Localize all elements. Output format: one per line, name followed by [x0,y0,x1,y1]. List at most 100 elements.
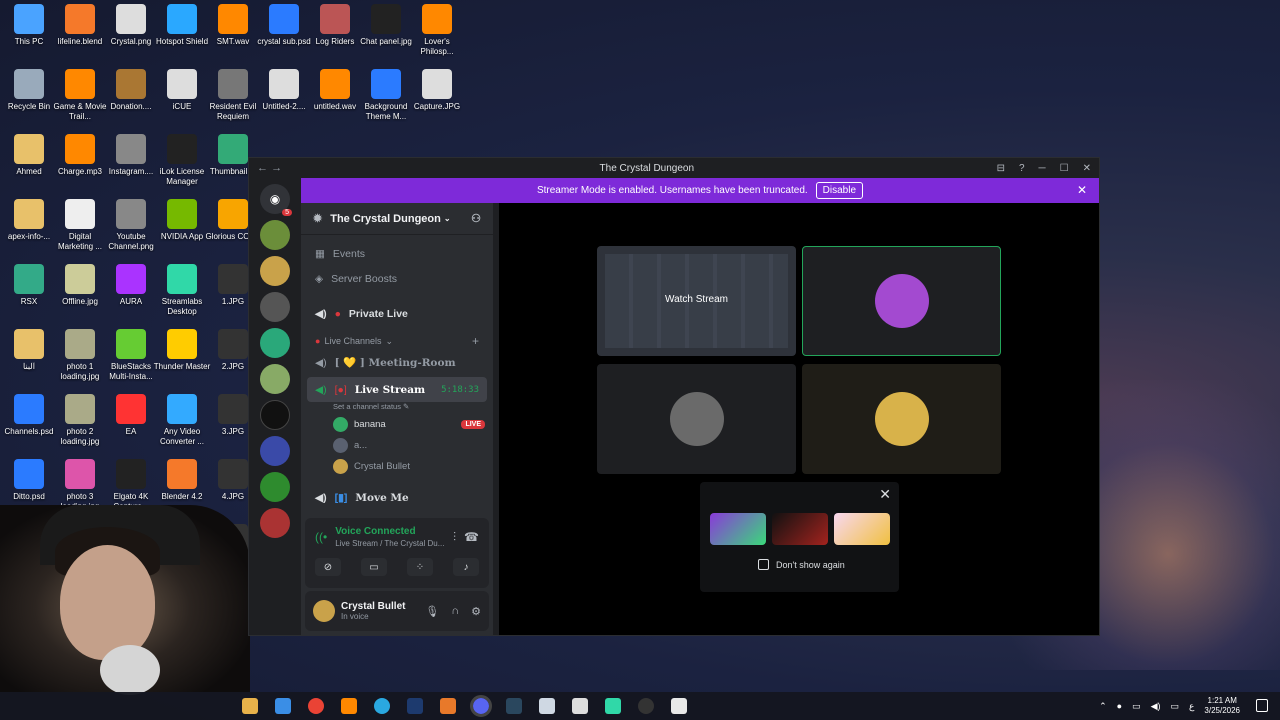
server-icon[interactable] [260,292,290,322]
desktop-icon[interactable]: apex-info-... [0,199,58,242]
participant-tile[interactable] [802,246,1001,356]
discord-icon[interactable] [469,695,492,717]
app-icon[interactable] [274,698,291,714]
disconnect-icon[interactable]: ☎ [464,530,479,544]
channel-live-stream[interactable]: ◀) [●] Live Stream 5:18:33 [307,377,487,402]
desktop-icon[interactable]: photo 1 loading.jpg [51,329,109,382]
participant-tile[interactable] [597,364,796,474]
invite-icon[interactable]: ⚇ [471,212,481,225]
notification-icon[interactable] [1256,699,1268,712]
server-icon[interactable] [260,220,290,250]
battery-icon[interactable]: ▭ [1171,701,1180,712]
chrome-icon[interactable] [307,698,324,714]
avatar[interactable] [313,600,335,622]
banner-close-icon[interactable]: ✕ [1077,183,1087,197]
maximize-button[interactable]: ☐ [1060,163,1069,174]
app-icon[interactable] [538,698,555,714]
desktop-icon[interactable]: Streamlabs Desktop [153,264,211,317]
desktop-icon[interactable]: crystal sub.psd [255,4,313,47]
participant-tile[interactable] [802,364,1001,474]
desktop-icon[interactable]: Channels.psd [0,394,58,437]
steam-icon[interactable] [505,698,522,714]
microphone-icon[interactable]: ● [1117,701,1122,711]
close-button[interactable]: ✕ [1083,163,1091,174]
desktop-icon[interactable]: Ditto.psd [0,459,58,502]
soundboard-button[interactable]: ♪ [453,558,479,576]
desktop-icon[interactable]: Thunder Master [153,329,211,372]
vlc-icon[interactable] [340,698,357,714]
clock[interactable]: 1:21 AM 3/25/2026 [1204,696,1240,716]
server-icon[interactable] [260,400,290,430]
server-icon[interactable] [260,328,290,358]
activity-card[interactable] [834,513,890,545]
voice-user[interactable]: a... [301,435,493,456]
desktop-icon[interactable]: iLok License Manager [153,134,211,187]
desktop-icon[interactable]: آلبنا [0,329,58,372]
desktop-icon[interactable]: Crystal.png [102,4,160,47]
desktop-icon[interactable]: Chat panel.jpg [357,4,415,47]
desktop-icon[interactable]: AURA [102,264,160,307]
disable-button[interactable]: Disable [815,182,864,199]
desktop-icon[interactable]: untitled.wav [306,69,364,112]
desktop-icon[interactable]: photo 2 loading.jpg [51,394,109,447]
network-icon[interactable]: ▭ [1132,701,1141,712]
desktop-icon[interactable]: Lover's Philosp... [408,4,466,57]
boosts-item[interactable]: ◈ Server Boosts [301,266,493,291]
voice-user[interactable]: banana LIVE [301,414,493,435]
stream-tile[interactable]: Watch Stream [597,246,796,356]
gear-icon[interactable]: ⚙ [471,605,481,618]
inbox-icon[interactable]: ⊟ [997,163,1005,174]
language-indicator[interactable]: ع [1189,701,1194,712]
volume-icon[interactable]: ◀) [1151,701,1161,712]
desktop-icon[interactable]: Untitled-2.... [255,69,313,112]
telegram-icon[interactable] [373,698,390,714]
streamlabs-icon[interactable] [604,698,621,714]
desktop-icon[interactable]: Blender 4.2 [153,459,211,502]
desktop-icon[interactable]: Donation.... [102,69,160,112]
desktop-icon[interactable]: SMT.wav [204,4,262,47]
desktop-icon[interactable]: RSX [0,264,58,307]
desktop-icon[interactable]: Charge.mp3 [51,134,109,177]
desktop-icon[interactable]: Youtube Channel.png [102,199,160,252]
server-icon[interactable] [260,436,290,466]
desktop-icon[interactable]: Background Theme M... [357,69,415,122]
desktop-icon[interactable]: Offline.jpg [51,264,109,307]
desktop-icon[interactable]: NVIDIA App [153,199,211,242]
desktop-icon[interactable]: Any Video Converter ... [153,394,211,447]
watch-stream-label[interactable]: Watch Stream [597,294,796,305]
desktop-icon[interactable]: BlueStacks Multi-Insta... [102,329,160,382]
forward-arrow-icon[interactable]: → [271,162,282,174]
server-header[interactable]: ✹ The Crystal Dungeon ⌄ ⚇ [301,203,493,235]
obs-icon[interactable] [637,698,654,714]
channel-move-me[interactable]: ◀) [▮] Move Me [301,485,493,510]
server-icon[interactable] [260,364,290,394]
server-icon[interactable] [260,472,290,502]
desktop-icon[interactable]: Recycle Bin [0,69,58,112]
desktop-icon[interactable]: iCUE [153,69,211,112]
desktop-icon[interactable]: Ahmed [0,134,58,177]
dont-show-again[interactable]: Don't show again [758,559,845,570]
discord-home-icon[interactable]: ◉ 5 [260,184,292,216]
microphone-icon[interactable]: 🎙 [425,605,439,618]
checkbox[interactable] [758,559,769,570]
minimize-button[interactable]: ─ [1039,163,1046,174]
desktop-icon[interactable]: This PC [0,4,58,47]
app-icon[interactable] [439,698,456,714]
camera-off-button[interactable]: ⊘ [315,558,341,576]
server-icon[interactable] [260,256,290,286]
category-live-channels[interactable]: ● Live Channels ⌄ + [301,332,493,350]
file-explorer-icon[interactable] [241,698,258,714]
nav-arrows[interactable]: ← → [257,162,297,174]
voice-user[interactable]: Crystal Bullet [301,456,493,477]
channel-private-live[interactable]: ◀) ● Private Live [301,301,493,326]
screen-share-button[interactable]: ▭ [361,558,387,576]
headphones-icon[interactable]: ∩ [451,605,459,617]
noise-suppression-icon[interactable]: ⫶ [453,530,456,545]
add-channel-icon[interactable]: + [472,334,479,348]
channel-meeting-room[interactable]: ◀) [ 💛 ] Meeting-Room [301,350,493,375]
activity-card[interactable] [710,513,766,545]
popup-close-icon[interactable]: ✕ [879,486,891,503]
channel-status-hint[interactable]: Set a channel status ✎ [301,402,493,414]
events-item[interactable]: ▦ Events [301,241,493,266]
desktop-icon[interactable]: Digital Marketing ... [51,199,109,252]
